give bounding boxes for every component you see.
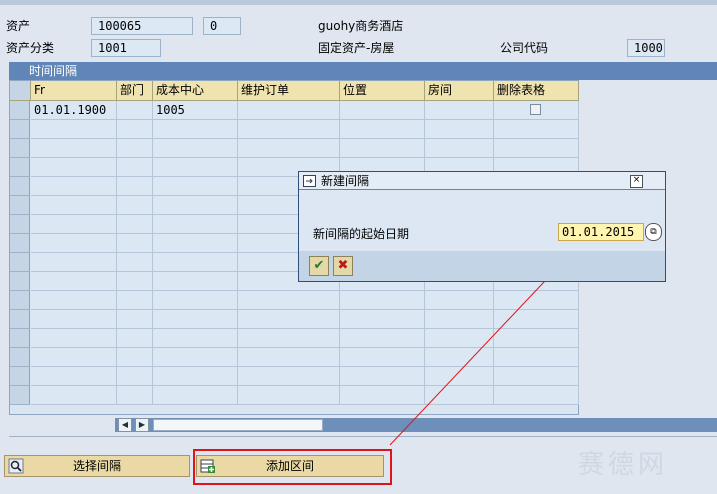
check-icon[interactable]: ✔ (309, 256, 329, 276)
start-date-label: 新间隔的起始日期 (313, 227, 410, 241)
new-interval-dialog: 新建间隔 × 新间隔的起始日期 01.01.2015 ⧉ ✔ ✖ (298, 171, 666, 282)
calendar-picker-icon[interactable]: ⧉ (645, 223, 662, 241)
close-icon[interactable]: × (630, 175, 643, 188)
cancel-icon[interactable]: ✖ (333, 256, 353, 276)
dialog-title: 新建间隔 × (299, 172, 665, 190)
watermark: 赛德网 (578, 450, 669, 480)
start-date-input[interactable]: 01.01.2015 (558, 223, 644, 241)
dialog-toolbar: ✔ ✖ (299, 251, 665, 281)
dialog-window-icon (303, 175, 316, 187)
dialog-title-text: 新建间隔 (321, 174, 370, 188)
